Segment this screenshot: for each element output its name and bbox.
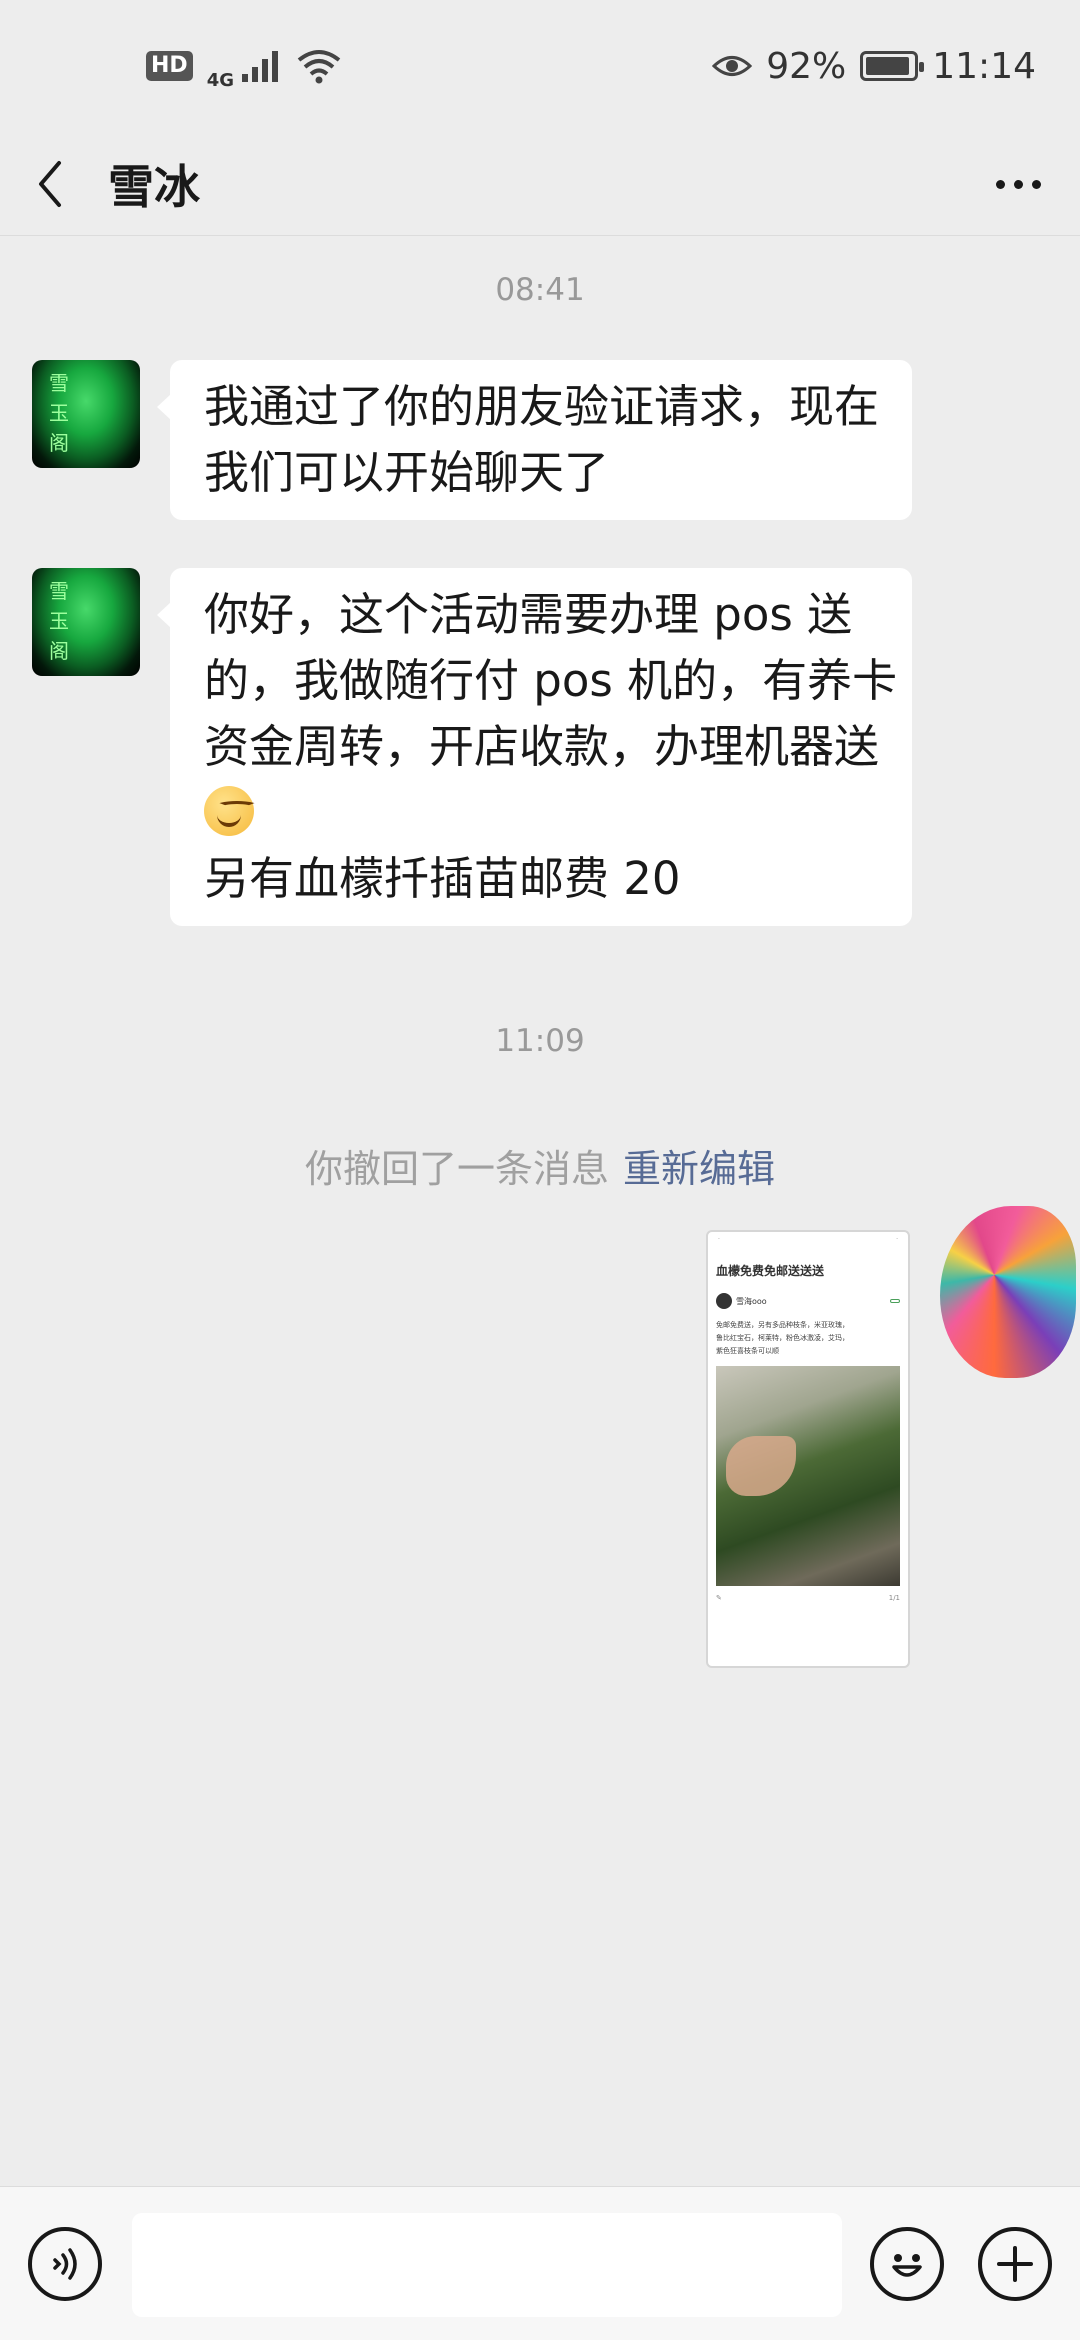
- message-bubble[interactable]: 我通过了你的朋友验证请求，现在 我们可以开始聊天了: [157, 360, 912, 520]
- wifi-icon: [297, 50, 341, 84]
- emoji-button[interactable]: [870, 2227, 944, 2301]
- voice-icon: [53, 2248, 77, 2280]
- status-left: HD 4G: [146, 42, 342, 91]
- status-right: 92% 11:14: [712, 46, 1036, 87]
- hd-badge: HD: [146, 51, 193, 81]
- thumb-avatar: [716, 1293, 732, 1309]
- image-message[interactable]: · · 血檬免费免邮送送送 雪海ooo 免邮免费送，另有多品种枝条，米亚玫瑰， 鲁…: [706, 1230, 910, 1668]
- message-text: 另有血檬扦插苗邮费 20: [204, 852, 681, 905]
- thumb-page: 1/1: [888, 1594, 900, 1602]
- network-type: 4G: [206, 69, 234, 91]
- message-text: 的，我做随行付 pos 机的，有养卡: [204, 654, 898, 707]
- thumb-follow-badge: [890, 1299, 900, 1303]
- voice-button[interactable]: [28, 2227, 102, 2301]
- recall-notice: 你撤回了一条消息 重新编辑: [0, 1138, 1080, 1193]
- emoji-icon: [892, 2254, 922, 2277]
- battery-icon: [860, 51, 925, 81]
- status-bar: HD 4G 92% 11:14: [0, 0, 1080, 132]
- thumb-footer: ✎ 1/1: [716, 1594, 900, 1602]
- message-input[interactable]: [132, 2213, 842, 2317]
- battery-fill: [866, 57, 909, 75]
- thumb-status-bar: · ·: [718, 1236, 898, 1243]
- chat-header: 雪冰: [0, 132, 1080, 236]
- re-edit-link[interactable]: 重新编辑: [623, 1147, 775, 1191]
- input-bar: [0, 2186, 1080, 2340]
- message-text: 我通过了你的朋友验证请求，现在: [204, 380, 880, 433]
- thumb-title: 血檬免费免邮送送送: [716, 1264, 825, 1278]
- message-text: 资金周转，开店收款，办理机器送: [204, 720, 880, 773]
- chat-title: 雪冰: [108, 159, 200, 214]
- plus-button[interactable]: [978, 2227, 1052, 2301]
- more-options-button[interactable]: [986, 154, 1050, 214]
- more-dots-icon: [995, 179, 1005, 189]
- message-bubble[interactable]: 你好，这个活动需要办理 pos 送 的，我做随行付 pos 机的，有养卡 资金周…: [157, 568, 912, 926]
- eye-comfort-icon: [712, 56, 753, 76]
- plus-icon: [997, 2246, 1033, 2282]
- timestamp: 11:09: [495, 1023, 585, 1059]
- chevron-left-icon: [39, 160, 61, 207]
- message-text: 你好，这个活动需要办理 pos 送: [204, 588, 853, 641]
- smile-emoji-icon: [204, 786, 260, 836]
- avatar-seal-text: 雪 玉 阁: [49, 579, 69, 663]
- timestamp: 08:41: [495, 272, 585, 308]
- recall-text: 你撤回了一条消息: [304, 1147, 609, 1191]
- clock: 11:14: [932, 45, 1036, 87]
- contact-avatar[interactable]: 雪 玉 阁: [32, 568, 140, 676]
- contact-avatar[interactable]: 雪 玉 阁: [32, 360, 140, 468]
- message-emoji-line: [204, 780, 878, 846]
- signal-icon: [242, 51, 278, 82]
- avatar-seal-text: 雪 玉 阁: [49, 371, 69, 455]
- thumb-plant-photo: [716, 1366, 900, 1586]
- thumb-author-name: 雪海ooo: [736, 1296, 767, 1306]
- thumb-body: 免邮免费送，另有多品种枝条，米亚玫瑰， 鲁比红宝石，柯莱特，粉色冰激凌，艾玛， …: [716, 1321, 849, 1355]
- battery-percent: 92%: [766, 45, 847, 87]
- thumb-author: 雪海ooo: [708, 1285, 908, 1317]
- my-avatar[interactable]: [940, 1206, 1076, 1378]
- back-button[interactable]: [0, 132, 100, 236]
- message-text: 我们可以开始聊天了: [204, 446, 610, 499]
